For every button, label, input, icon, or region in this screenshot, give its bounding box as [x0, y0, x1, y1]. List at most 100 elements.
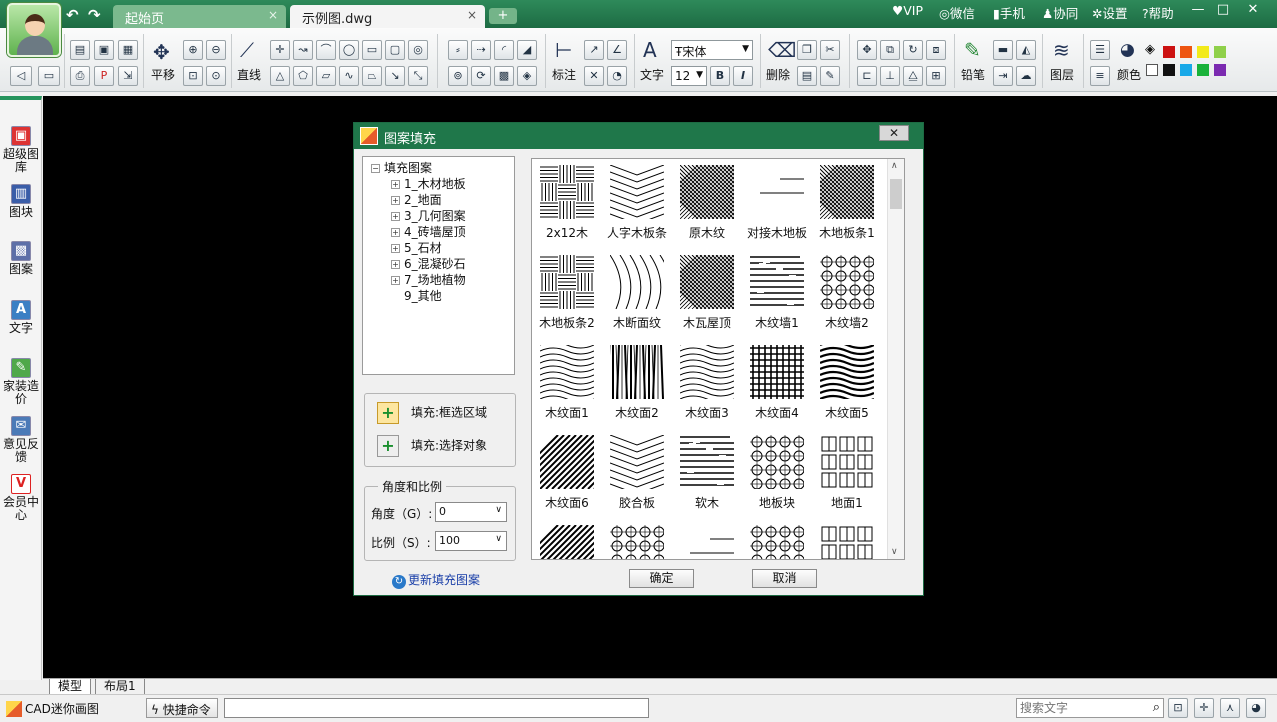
dialog-close-button[interactable]: ✕	[879, 125, 909, 141]
text-label[interactable]: 文字	[640, 66, 664, 83]
quick-command-button[interactable]: ϟ 快捷命令	[146, 698, 218, 718]
ok-button[interactable]: 确定	[629, 569, 694, 588]
command-input[interactable]	[224, 698, 649, 718]
cut-icon[interactable]: ✂	[820, 40, 840, 60]
pattern-item[interactable]: 木纹墙2	[812, 249, 882, 339]
line-tool-icon[interactable]: ⟋	[240, 38, 254, 62]
pattern-item[interactable]: 木纹墙1	[742, 249, 812, 339]
block-button[interactable]: ▥ 图块	[3, 184, 39, 219]
collapse-icon[interactable]: −	[371, 164, 380, 173]
diagonal-icon[interactable]: ⤡	[408, 66, 428, 86]
pattern-item[interactable]: 木纹面1	[532, 339, 602, 429]
dimension-icon[interactable]: ⊢	[555, 38, 572, 62]
array-icon[interactable]: ⧈	[926, 40, 946, 60]
parallelogram-icon[interactable]: ▱	[316, 66, 336, 86]
color-swatch-green[interactable]	[1197, 64, 1209, 76]
fillet-icon[interactable]: ◜	[494, 40, 514, 60]
tree-item[interactable]: +4_砖墙屋顶	[391, 223, 466, 240]
rotate-icon[interactable]: ⟳	[471, 66, 491, 86]
expand-icon[interactable]: +	[391, 228, 400, 237]
brush-icon[interactable]: ✎	[820, 66, 840, 86]
expand-icon[interactable]: +	[391, 180, 400, 189]
color-swatch-white[interactable]	[1146, 64, 1158, 76]
pattern-item[interactable]: 木纹面2	[602, 339, 672, 429]
color-swatch-lime[interactable]	[1214, 46, 1226, 58]
tab-start-page[interactable]: 起始页 ×	[113, 5, 286, 28]
scroll-down-icon[interactable]: ∨	[891, 547, 898, 557]
tree-item[interactable]: +3_几何图案	[391, 207, 466, 224]
font-select[interactable]: Ŧ宋体 ▼	[671, 40, 753, 60]
home-icon[interactable]: ▭	[38, 66, 60, 86]
triangle-icon[interactable]: △	[270, 66, 290, 86]
search-icon[interactable]: ⌕	[1153, 700, 1160, 715]
print-icon[interactable]: ⎙	[70, 66, 90, 86]
layer-icon[interactable]: ≋	[1053, 38, 1070, 62]
zoom-out-icon[interactable]: ⊖	[206, 40, 226, 60]
tree-item[interactable]: +2_地面	[391, 191, 442, 208]
pattern-item[interactable]: 人字木板条	[602, 159, 672, 249]
spline-icon[interactable]: ∿	[339, 66, 359, 86]
fill-region-button[interactable]: + 填充:框选区域	[377, 402, 487, 426]
stretch-icon[interactable]: ⊏	[857, 66, 877, 86]
rect-icon[interactable]: ▭	[362, 40, 382, 60]
color-swatch-black[interactable]	[1163, 64, 1175, 76]
pattern-item[interactable]: 地面1	[812, 429, 882, 519]
align-icon[interactable]: ⊥	[880, 66, 900, 86]
expand-icon[interactable]: +	[391, 196, 400, 205]
back-icon[interactable]: ◁	[10, 66, 32, 86]
expand-icon[interactable]: +	[391, 276, 400, 285]
pattern-item[interactable]	[602, 519, 672, 559]
menu-vip[interactable]: ♥VIP	[892, 3, 923, 18]
member-center-button[interactable]: V 会员中心	[3, 474, 39, 522]
properties-icon[interactable]: ☰	[1090, 40, 1110, 60]
undo-icon[interactable]: ↶	[66, 6, 79, 24]
chamfer-icon[interactable]: ◢	[517, 40, 537, 60]
minimize-button[interactable]: —	[1185, 2, 1211, 20]
layers-stack-icon[interactable]: ◈	[1145, 42, 1155, 57]
pattern-item[interactable]	[812, 519, 882, 559]
cloud-icon[interactable]: ☁	[1016, 66, 1036, 86]
export-icon[interactable]: ⇲	[118, 66, 138, 86]
pattern-item[interactable]: 胶合板	[602, 429, 672, 519]
save-as-icon[interactable]: ▦	[118, 40, 138, 60]
area-icon[interactable]: ◭	[1016, 40, 1036, 60]
close-icon[interactable]: ×	[268, 8, 278, 22]
fill-object-button[interactable]: + 填充:选择对象	[377, 435, 487, 459]
add-tab-button[interactable]: +	[489, 8, 517, 24]
eraser-icon[interactable]: ⌫	[768, 38, 796, 62]
close-icon[interactable]: ×	[467, 8, 477, 22]
polyline-icon[interactable]: ✛	[270, 40, 290, 60]
decoration-cost-button[interactable]: ✎ 家装造价	[3, 358, 39, 406]
trapezoid-icon[interactable]: ⏢	[362, 66, 382, 86]
pattern-item[interactable]	[742, 519, 812, 559]
pattern-item[interactable]: 地板块	[742, 429, 812, 519]
save-icon[interactable]: ▣	[94, 40, 114, 60]
pan-label[interactable]: 平移	[151, 66, 175, 83]
line-label[interactable]: 直线	[237, 66, 261, 83]
tree-item[interactable]: +6_混凝砂石	[391, 255, 466, 272]
mirror-icon[interactable]: ⧋	[903, 66, 923, 86]
curve-icon[interactable]: ⌒	[316, 40, 336, 60]
color-swatch-orange[interactable]	[1180, 46, 1192, 58]
tab-model[interactable]: 模型	[49, 679, 92, 695]
rounded-rect-icon[interactable]: ▢	[385, 40, 405, 60]
paste-icon[interactable]: ▤	[797, 66, 817, 86]
layer-label[interactable]: 图层	[1050, 66, 1074, 83]
pencil-label[interactable]: 铅笔	[961, 66, 985, 83]
delete-label[interactable]: 删除	[766, 66, 790, 83]
pdf-icon[interactable]: P	[94, 66, 114, 86]
pattern-item[interactable]: 木纹面6	[532, 429, 602, 519]
scale-select[interactable]: 100 ∨	[435, 531, 507, 551]
extend-icon[interactable]: ⇢	[471, 40, 491, 60]
menu-settings[interactable]: ✲设置	[1092, 3, 1128, 22]
expand-icon[interactable]: +	[391, 244, 400, 253]
pattern-item[interactable]: 木纹面5	[812, 339, 882, 429]
dim-radius-icon[interactable]: ◔	[607, 66, 627, 86]
color-swatch-purple[interactable]	[1214, 64, 1226, 76]
text-tool-icon[interactable]: A	[643, 38, 657, 62]
pattern-item[interactable]: 木断面纹	[602, 249, 672, 339]
tab-drawing[interactable]: 示例图.dwg ×	[290, 5, 485, 28]
text-panel-button[interactable]: A 文字	[3, 300, 39, 335]
menu-phone[interactable]: ▮手机	[993, 3, 1025, 22]
pattern-item[interactable]: 木纹面3	[672, 339, 742, 429]
